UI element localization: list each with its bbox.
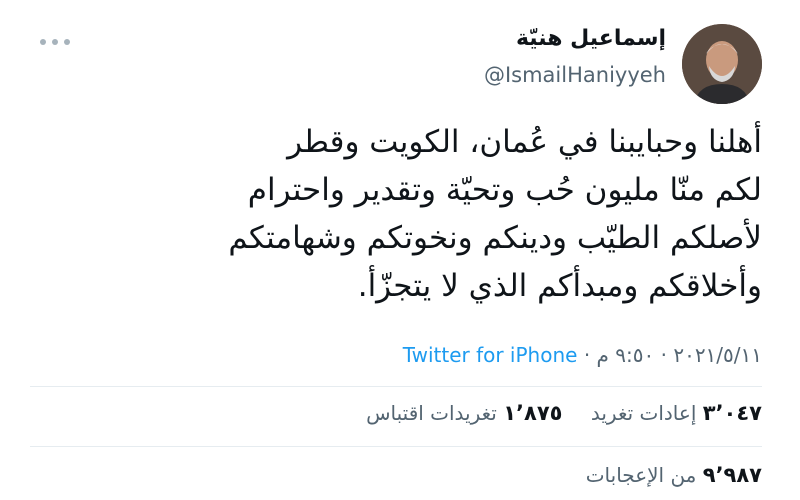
tweet-text: أهلنا وحبايبنا في عُمان، الكويت وقطر لكم… xyxy=(62,118,762,310)
quotes-stat[interactable]: ١٬٨٧٥ تغريدات اقتباس xyxy=(366,401,562,425)
dot xyxy=(52,39,58,45)
tweet-text-line: لأصلكم الطيّب ودينكم ونخوتكم وشهامتكم xyxy=(228,220,762,256)
more-options-icon[interactable] xyxy=(40,32,70,52)
tweet-text-line: أهلنا وحبايبنا في عُمان، الكويت وقطر xyxy=(287,124,762,160)
tweet-card: إسماعيل هنيّة @IsmailHaniyyeh أهلنا وحبا… xyxy=(0,0,800,500)
tweet-header: إسماعيل هنيّة @IsmailHaniyyeh xyxy=(30,14,762,104)
tweet-source-link[interactable]: Twitter for iPhone xyxy=(403,343,578,367)
dot xyxy=(40,39,46,45)
meta-separator: · xyxy=(660,343,667,367)
divider xyxy=(30,446,762,447)
author-handle[interactable]: @IsmailHaniyyeh xyxy=(484,60,666,90)
quotes-label: تغريدات اقتباس xyxy=(366,401,497,425)
avatar[interactable] xyxy=(682,24,762,104)
quotes-count: ١٬٨٧٥ xyxy=(503,401,563,425)
tweet-text-line: وأخلاقكم ومبدأكم الذي لا يتجزّأ. xyxy=(357,268,762,304)
meta-separator: · xyxy=(583,343,591,367)
retweets-count: ٣٬٠٤٧ xyxy=(702,401,762,425)
divider xyxy=(30,386,762,387)
likes-count: ٩٬٩٨٧ xyxy=(702,463,762,487)
likes-stat[interactable]: ٩٬٩٨٧ من الإعجابات xyxy=(586,460,762,490)
author-names: إسماعيل هنيّة @IsmailHaniyyeh xyxy=(484,24,666,90)
tweet-meta: ٢٠٢١/٥/١١ · ٩:٥٠ م · Twitter for iPhone xyxy=(403,340,762,370)
retweets-stat[interactable]: ٣٬٠٤٧ إعادات تغريد xyxy=(584,401,762,425)
tweet-time[interactable]: ٩:٥٠ م xyxy=(597,343,655,367)
likes-label: من الإعجابات xyxy=(585,463,697,487)
tweet-stats: ٣٬٠٤٧ إعادات تغريد ١٬٨٧٥ تغريدات اقتباس xyxy=(344,398,762,428)
tweet-date[interactable]: ٢٠٢١/٥/١١ xyxy=(673,343,762,367)
retweets-label: إعادات تغريد xyxy=(590,401,697,425)
avatar-image xyxy=(682,24,762,104)
dot xyxy=(64,39,70,45)
tweet-text-line: لكم منّا مليون حُب وتحيّة وتقدير واحترام xyxy=(247,172,762,208)
author-display-name[interactable]: إسماعيل هنيّة xyxy=(484,24,666,54)
